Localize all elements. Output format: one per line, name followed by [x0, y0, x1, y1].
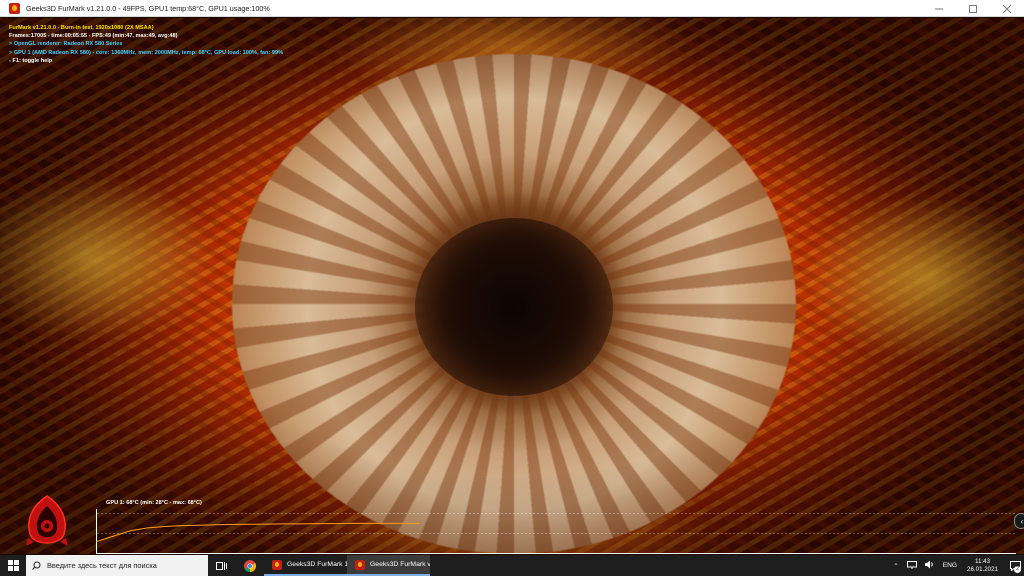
network-icon[interactable]: [906, 560, 917, 571]
window-titlebar[interactable]: Geeks3D FurMark v1.21.0.0 - 49FPS, GPU1 …: [0, 0, 1024, 17]
maximize-icon: [969, 4, 977, 13]
overlay-gpu-line: > GPU 1 (AMD Radeon RX 580) - core: 1360…: [9, 49, 284, 56]
overlay-info: FurMark v1.21.0.0 - Burn-in test, 1920x1…: [9, 24, 283, 65]
clock-time: 11:43: [975, 558, 991, 565]
furmark-app-icon: [9, 2, 20, 14]
close-button[interactable]: [990, 0, 1024, 17]
search-icon: [32, 561, 41, 570]
overlay-help-line: - F1: toggle help: [9, 57, 53, 64]
task-view-icon: [216, 561, 227, 570]
overlay-renderer-line: > OpenGL renderer: Radeon RX 580 Series: [9, 41, 123, 48]
maximize-button[interactable]: [956, 0, 990, 17]
action-center-button[interactable]: 2: [1006, 555, 1024, 576]
search-input[interactable]: [47, 561, 207, 570]
taskbar-app-furmark-2[interactable]: Geeks3D FurMark v...: [347, 555, 430, 576]
furmark-icon: [355, 559, 365, 570]
gpu-temp-series-line: [97, 522, 419, 542]
render-viewport[interactable]: [0, 18, 1024, 554]
minimize-button[interactable]: [922, 0, 956, 17]
input-language[interactable]: ENG: [943, 562, 957, 569]
side-panel-toggle[interactable]: ‹: [1014, 513, 1024, 529]
start-button[interactable]: [0, 555, 26, 576]
taskbar-app-furmark-1[interactable]: Geeks3D FurMark 1...: [264, 555, 347, 576]
window-controls: [922, 0, 1024, 17]
furmark-icon: [272, 559, 282, 570]
minimize-icon: [935, 8, 943, 9]
overlay-title-line: FurMark v1.21.0.0 - Burn-in test, 1920x1…: [9, 25, 154, 31]
tray-chevron-up-icon[interactable]: ⌃: [893, 562, 899, 570]
system-tray: ⌃ ENG 11:43 26.01.2021 2: [889, 555, 1024, 576]
taskbar-search[interactable]: [26, 555, 208, 576]
clock-date: 26.01.2021: [967, 565, 998, 573]
overlay-frames-line: Frames:17005 - time:00:05:55 - FPS:49 (m…: [9, 33, 178, 40]
taskbar-app-label: Geeks3D FurMark v...: [370, 561, 430, 568]
taskbar-clock[interactable]: 11:43 26.01.2021: [967, 558, 998, 573]
gpu-temp-label: GPU 1: 68°C (min: 28°C - max: 68°C): [106, 500, 202, 506]
volume-icon[interactable]: [924, 560, 935, 571]
chevron-left-icon: ‹: [1020, 516, 1024, 526]
furmark-logo-icon: [26, 495, 68, 546]
vignette-shade: [0, 18, 1024, 554]
windows-logo-icon: [7, 560, 19, 571]
windows-taskbar: Geeks3D FurMark 1... Geeks3D FurMark v..…: [0, 555, 1024, 576]
taskbar-app-label: Geeks3D FurMark 1...: [287, 561, 347, 568]
gpu-temp-graph: [96, 509, 1017, 554]
notification-count-badge: 2: [1014, 566, 1021, 573]
gpu-temp-plot: [97, 513, 1017, 542]
window-title: Geeks3D FurMark v1.21.0.0 - 49FPS, GPU1 …: [26, 3, 270, 13]
task-view-button[interactable]: [208, 555, 236, 576]
chrome-icon: [244, 559, 256, 572]
close-icon: [1002, 4, 1012, 13]
chrome-taskbar-button[interactable]: [236, 555, 264, 576]
